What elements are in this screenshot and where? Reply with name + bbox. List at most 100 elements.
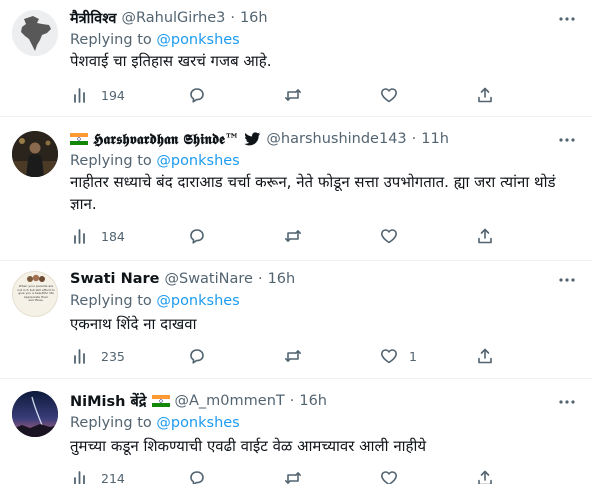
like-button[interactable]: 1 <box>380 345 417 367</box>
more-horizontal-icon <box>559 17 575 21</box>
separator-dot: · <box>289 393 295 409</box>
reply-thread: मैत्रीविश्व @RahulGirhe3 · 16h Replying … <box>0 0 592 484</box>
tweet-header: NiMish बेंद्रे @A_m0mmenT · 16h <box>70 391 552 411</box>
heart-icon <box>381 88 397 103</box>
reply-button[interactable] <box>188 225 217 247</box>
heart-icon <box>381 229 397 244</box>
reply-button[interactable] <box>188 467 217 484</box>
reply-button[interactable] <box>188 345 217 367</box>
user-handle[interactable]: @harshushinde143 <box>266 131 406 147</box>
heart-icon <box>381 349 397 364</box>
retweet-arrows-icon <box>285 472 301 484</box>
timestamp[interactable]: 16h <box>268 271 296 287</box>
reply-tweet[interactable]: When your parents are not rich but still… <box>0 261 592 379</box>
share-button[interactable] <box>476 84 494 106</box>
reply-tweet[interactable]: NiMish बेंद्रे @A_m0mmenT · 16h Replying… <box>0 379 592 484</box>
views-count: 184 <box>101 228 125 244</box>
display-name[interactable]: Swati Nare <box>70 271 159 287</box>
reply-bubble-icon <box>190 88 204 103</box>
action-bar: 184 <box>64 225 504 247</box>
retweet-button[interactable] <box>284 467 313 484</box>
heart-icon <box>381 471 397 484</box>
more-horizontal-icon <box>559 400 575 404</box>
replying-to-handle[interactable]: @ponkshes <box>156 293 239 309</box>
views-count: 235 <box>101 348 125 364</box>
share-button[interactable] <box>476 345 494 367</box>
reply-bubble-icon <box>190 349 204 364</box>
retweet-arrows-icon <box>285 350 301 362</box>
user-handle[interactable]: @SwatiNare <box>164 271 252 287</box>
avatar[interactable]: When your parents are not rich but still… <box>12 271 58 317</box>
display-name[interactable]: NiMish बेंद्रे <box>70 391 147 411</box>
tweet-text: तुमच्या कडून शिकण्याची एवढी वाईट वेळ आमच… <box>70 437 427 455</box>
timestamp[interactable]: 11h <box>421 131 449 147</box>
reply-bubble-icon <box>190 471 204 484</box>
replying-to: Replying to @ponkshes <box>70 415 240 431</box>
replying-to: Replying to @ponkshes <box>70 293 240 309</box>
like-button[interactable] <box>380 225 409 247</box>
replying-to-handle[interactable]: @ponkshes <box>156 32 239 48</box>
more-horizontal-icon <box>559 138 575 142</box>
avatar[interactable] <box>12 131 58 177</box>
separator-dot: · <box>230 10 235 26</box>
replying-to-label: Replying to <box>70 32 152 48</box>
views-button[interactable]: 194 <box>72 84 125 106</box>
tweet-text: एकनाथ शिंदे ना दाखवा <box>70 315 197 333</box>
like-count: 1 <box>409 348 417 364</box>
reply-bubble-icon <box>190 229 204 244</box>
share-button[interactable] <box>476 467 494 484</box>
more-options-button[interactable] <box>556 271 578 289</box>
share-upload-icon <box>478 228 492 244</box>
tweet-header: मैत्रीविश्व @RahulGirhe3 · 16h <box>70 8 552 28</box>
replying-to-handle[interactable]: @ponkshes <box>156 415 239 431</box>
more-options-button[interactable] <box>556 10 578 28</box>
avatar-illustration-image <box>27 274 45 282</box>
reply-button[interactable] <box>188 84 217 106</box>
display-name[interactable]: 𝕳𝖆𝖗𝖘𝖍𝖛𝖆𝖗𝖉𝖍𝖆𝖓 𝕾𝖍𝖎𝖓𝖉𝖊™ <box>93 131 239 148</box>
like-button[interactable] <box>380 84 409 106</box>
retweet-arrows-icon <box>285 230 301 242</box>
retweet-button[interactable] <box>284 84 313 106</box>
reply-tweet[interactable]: मैत्रीविश्व @RahulGirhe3 · 16h Replying … <box>0 0 592 117</box>
tweet-header: Swati Nare @SwatiNare · 16h <box>70 269 552 289</box>
avatar[interactable] <box>12 391 58 437</box>
analytics-bars-icon <box>74 229 85 244</box>
replying-to-label: Replying to <box>70 153 152 169</box>
india-flag-icon <box>151 395 170 407</box>
reply-tweet[interactable]: 𝕳𝖆𝖗𝖘𝖍𝖛𝖆𝖗𝖉𝖍𝖆𝖓 𝕾𝖍𝖎𝖓𝖉𝖊™ @harshushinde143 · … <box>0 117 592 261</box>
views-button[interactable]: 235 <box>72 345 125 367</box>
person-photo-avatar-image <box>12 131 58 177</box>
replying-to-label: Replying to <box>70 293 152 309</box>
timestamp[interactable]: 16h <box>299 393 327 409</box>
more-options-button[interactable] <box>556 393 578 411</box>
share-upload-icon <box>478 87 492 103</box>
replying-to-handle[interactable]: @ponkshes <box>156 153 239 169</box>
share-upload-icon <box>478 348 492 364</box>
like-button[interactable] <box>380 467 409 484</box>
analytics-bars-icon <box>74 349 85 364</box>
action-bar: 235 1 <box>64 345 504 367</box>
tweet-text: नाहीतर सध्याचे बंद दाराआड चर्चा करून, ने… <box>70 173 556 213</box>
retweet-button[interactable] <box>284 225 313 247</box>
retweet-arrows-icon <box>285 89 301 101</box>
tweet-text: पेशवाई चा इतिहास खरचं गजब आहे. <box>70 52 272 70</box>
action-bar: 214 <box>64 467 504 484</box>
avatar-quote-text: When your parents are not rich but still… <box>17 285 55 303</box>
separator-dot: · <box>411 131 417 147</box>
more-options-button[interactable] <box>556 131 578 149</box>
views-button[interactable]: 214 <box>72 467 125 484</box>
replying-to: Replying to @ponkshes <box>70 32 240 48</box>
user-handle[interactable]: @RahulGirhe3 <box>121 10 225 26</box>
more-horizontal-icon <box>559 278 575 282</box>
timestamp[interactable]: 16h <box>240 10 268 26</box>
views-button[interactable]: 184 <box>72 225 125 247</box>
separator-dot: · <box>257 271 263 287</box>
views-count: 214 <box>101 470 125 484</box>
display-name[interactable]: मैत्रीविश्व <box>70 8 116 28</box>
user-handle[interactable]: @A_m0mmenT <box>175 393 285 409</box>
share-button[interactable] <box>476 225 494 247</box>
india-flag-icon <box>70 133 88 145</box>
retweet-button[interactable] <box>284 345 313 367</box>
avatar[interactable] <box>12 10 58 56</box>
tweet-header: 𝕳𝖆𝖗𝖘𝖍𝖛𝖆𝖗𝖉𝖍𝖆𝖓 𝕾𝖍𝖎𝖓𝖉𝖊™ @harshushinde143 · … <box>70 129 552 149</box>
